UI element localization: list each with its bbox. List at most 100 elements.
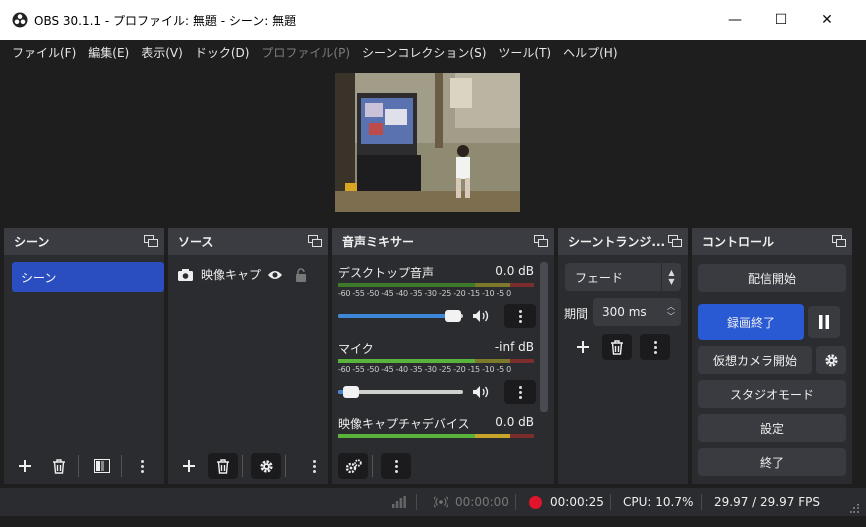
- channel-menu-button[interactable]: [504, 304, 536, 328]
- menu-docks[interactable]: ドック(D): [189, 44, 256, 61]
- controls-title: コントロール: [702, 235, 775, 249]
- audio-mixer-dock: 音声ミキサー デスクトップ音声 0.0 dB -60 -55 -50 -45 -…: [332, 228, 554, 484]
- camera-icon: [178, 268, 193, 281]
- start-virtual-camera-button[interactable]: 仮想カメラ開始: [698, 346, 812, 374]
- more-icon: [388, 459, 404, 473]
- duration-spinbox[interactable]: 300 ms ︿ ﹀: [593, 298, 681, 326]
- gear-icon: [259, 459, 273, 473]
- volume-handle[interactable]: [445, 310, 461, 322]
- speaker-icon[interactable]: [472, 309, 490, 323]
- speaker-icon[interactable]: [472, 385, 490, 399]
- mixer-menu-button[interactable]: [381, 453, 411, 479]
- eye-icon[interactable]: [267, 269, 283, 281]
- volume-slider[interactable]: [338, 386, 463, 398]
- close-icon: ✕: [821, 12, 833, 28]
- status-divider: [416, 494, 417, 510]
- lock-icon[interactable]: [295, 267, 307, 282]
- settings-button[interactable]: 設定: [698, 414, 846, 442]
- sources-toolbar: [168, 448, 328, 484]
- transition-menu-button[interactable]: [640, 334, 670, 360]
- studio-mode-button[interactable]: スタジオモード: [698, 380, 846, 408]
- scenes-toolbar: [4, 448, 164, 484]
- status-divider: [610, 494, 611, 510]
- transition-value: フェード: [575, 270, 624, 285]
- channel-name: 映像キャプチャデバイス: [338, 417, 470, 431]
- advanced-audio-button[interactable]: [338, 453, 368, 479]
- source-list-item[interactable]: 映像キャプチャデバイス: [178, 266, 307, 283]
- maximize-button[interactable]: ☐: [758, 0, 804, 40]
- mixer-channel: 映像キャプチャデバイス 0.0 dB: [338, 415, 534, 445]
- minimize-button[interactable]: —: [712, 0, 758, 40]
- mixer-channel: デスクトップ音声 0.0 dB -60 -55 -50 -45 -40 -35 …: [338, 264, 536, 334]
- preview-area: [0, 64, 866, 224]
- add-source-button[interactable]: [174, 453, 204, 479]
- menu-edit[interactable]: 編集(E): [82, 44, 135, 61]
- toolbar-separator: [242, 455, 243, 477]
- add-scene-button[interactable]: [10, 453, 40, 479]
- minimize-icon: —: [728, 12, 742, 28]
- add-transition-button[interactable]: [568, 334, 598, 360]
- float-dock-icon[interactable]: [832, 235, 846, 247]
- remove-source-button[interactable]: [208, 453, 238, 479]
- plus-icon: [577, 341, 589, 353]
- virtual-camera-settings-button[interactable]: [816, 346, 846, 374]
- trash-icon: [53, 458, 65, 474]
- float-dock-icon[interactable]: [144, 235, 158, 247]
- level-meter: [338, 283, 534, 287]
- scene-list-item[interactable]: シーン: [12, 262, 164, 292]
- pause-recording-button[interactable]: [808, 306, 840, 338]
- channel-db: 0.0 dB: [495, 415, 534, 429]
- menu-view[interactable]: 表示(V): [135, 44, 189, 61]
- volume-slider[interactable]: [338, 310, 463, 322]
- menu-bar: ファイル(F) 編集(E) 表示(V) ドック(D) プロファイル(P) シーン…: [0, 40, 866, 64]
- gears-icon: [345, 458, 362, 473]
- mixer-scrollbar[interactable]: [540, 262, 548, 412]
- source-properties-button[interactable]: [251, 453, 281, 479]
- scenes-header: シーン: [4, 228, 164, 255]
- fps-display: 29.97 / 29.97 FPS: [714, 495, 820, 509]
- remove-transition-button[interactable]: [602, 334, 632, 360]
- preview-image[interactable]: [335, 73, 520, 212]
- record-duration: 00:00:25: [550, 495, 604, 509]
- status-divider: [701, 494, 702, 510]
- transition-select[interactable]: フェード ▲ ▼: [565, 263, 681, 291]
- channel-name: マイク: [338, 342, 374, 356]
- title-bar: OBS 30.1.1 - プロファイル: 無題 - シーン: 無題 — ☐ ✕: [0, 0, 866, 40]
- mixer-title: 音声ミキサー: [342, 235, 415, 249]
- scene-filters-button[interactable]: [87, 453, 117, 479]
- updown-arrow-icon: ▲ ▼: [661, 263, 681, 291]
- spin-arrows-icon[interactable]: ︿ ﹀: [661, 298, 681, 326]
- meter-ticks: -60 -55 -50 -45 -40 -35 -30 -25 -20 -15 …: [338, 289, 511, 298]
- exit-button[interactable]: 終了: [698, 448, 846, 476]
- toolbar-separator: [78, 455, 79, 477]
- mixer-channel: マイク -inf dB -60 -55 -50 -45 -40 -35 -30 …: [338, 340, 536, 410]
- start-streaming-button[interactable]: 配信開始: [698, 264, 846, 292]
- level-meter: [338, 434, 534, 438]
- channel-name: デスクトップ音声: [338, 266, 435, 280]
- float-dock-icon[interactable]: [308, 235, 322, 247]
- record-status: 00:00:25: [529, 488, 604, 516]
- volume-handle[interactable]: [342, 386, 359, 398]
- menu-tools[interactable]: ツール(T): [492, 44, 557, 61]
- mixer-toolbar: [332, 448, 554, 484]
- more-icon: [512, 385, 528, 399]
- menu-file[interactable]: ファイル(F): [6, 44, 82, 61]
- menu-profile[interactable]: プロファイル(P): [255, 44, 356, 61]
- toolbar-separator: [285, 455, 286, 477]
- channel-menu-button[interactable]: [504, 380, 536, 404]
- close-button[interactable]: ✕: [804, 0, 850, 40]
- remove-scene-button[interactable]: [44, 453, 74, 479]
- scenes-dock: シーン シーン: [4, 228, 164, 484]
- obs-logo-icon: [12, 12, 28, 28]
- stop-recording-button[interactable]: 録画終了: [698, 304, 804, 340]
- pause-icon: [819, 315, 829, 329]
- resize-grip-icon[interactable]: [850, 504, 860, 514]
- sources-more-icon[interactable]: [306, 459, 322, 473]
- menu-scene-collection[interactable]: シーンコレクション(S): [356, 44, 492, 61]
- plus-icon: [183, 460, 195, 472]
- scenes-more-icon[interactable]: [134, 459, 150, 473]
- float-dock-icon[interactable]: [668, 235, 682, 247]
- controls-dock: コントロール 配信開始 録画終了 仮想カメラ開始 スタジオモード 設定 終了: [692, 228, 852, 484]
- float-dock-icon[interactable]: [534, 235, 548, 247]
- menu-help[interactable]: ヘルプ(H): [557, 44, 623, 61]
